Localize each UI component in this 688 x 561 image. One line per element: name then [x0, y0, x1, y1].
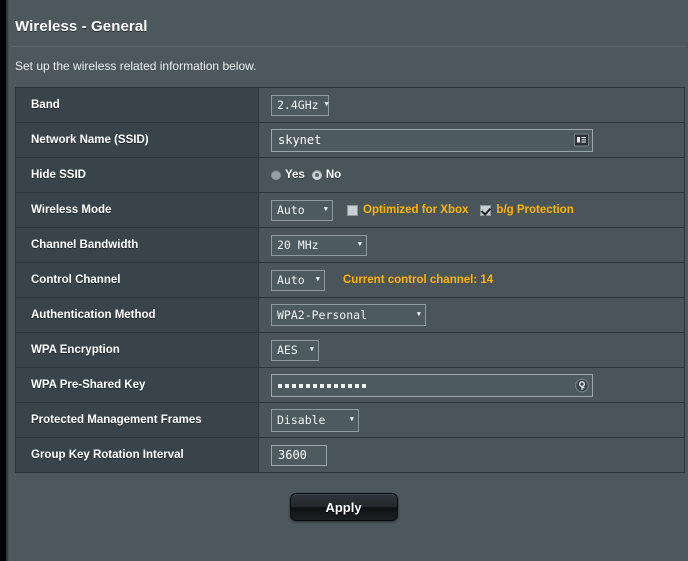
- wpa-encryption-select-value: AES: [277, 342, 298, 357]
- label-wpa-encryption: WPA Encryption: [16, 333, 259, 367]
- apply-button-row: Apply: [9, 493, 688, 521]
- auth-method-select-value: WPA2-Personal: [277, 307, 368, 322]
- pmf-select[interactable]: Disable ▼: [271, 408, 359, 432]
- xbox-checkbox-icon[interactable]: [347, 204, 358, 216]
- value-band: 2.4GHz ▼: [259, 88, 684, 122]
- control-channel-select-value: Auto: [277, 272, 305, 287]
- chevron-down-icon: ▼: [357, 239, 362, 248]
- band-select-value: 2.4GHz: [277, 97, 319, 112]
- hide-ssid-radio-no[interactable]: No: [311, 169, 342, 181]
- value-wpa-encryption: AES ▼: [259, 333, 684, 367]
- radio-no-icon[interactable]: [311, 170, 322, 180]
- wireless-mode-select-value: Auto: [277, 202, 305, 217]
- xbox-option[interactable]: Optimized for Xbox: [347, 204, 468, 216]
- label-ssid: Network Name (SSID): [16, 123, 259, 157]
- bg-protection-label: b/g Protection: [496, 204, 574, 216]
- band-select[interactable]: 2.4GHz ▼: [271, 94, 329, 116]
- row-band: Band 2.4GHz ▼: [16, 88, 684, 123]
- wpa-encryption-select[interactable]: AES ▼: [271, 339, 319, 361]
- key-password-icon[interactable]: [574, 378, 589, 392]
- hide-ssid-yes-label: Yes: [285, 169, 305, 181]
- ssid-input[interactable]: skynet: [271, 128, 593, 152]
- value-auth-method: WPA2-Personal ▼: [259, 298, 684, 332]
- hide-ssid-no-label: No: [325, 169, 342, 181]
- value-wireless-mode: Auto ▼ Optimized for Xbox b/g Protection: [259, 193, 684, 227]
- row-psk: WPA Pre-Shared Key: [16, 368, 684, 403]
- row-ssid: Network Name (SSID) skynet: [16, 123, 684, 158]
- label-channel-bandwidth: Channel Bandwidth: [16, 228, 259, 262]
- value-channel-bandwidth: 20 MHz ▼: [259, 228, 684, 262]
- contact-card-icon[interactable]: [574, 133, 589, 147]
- group-key-input-value: 3600: [278, 448, 307, 462]
- label-pmf: Protected Management Frames: [16, 403, 259, 437]
- wireless-general-page: Wireless - General Set up the wireless r…: [0, 0, 688, 561]
- value-hide-ssid: Yes No: [259, 158, 684, 192]
- label-auth-method: Authentication Method: [16, 298, 259, 332]
- chevron-down-icon: ▼: [324, 99, 329, 108]
- label-hide-ssid: Hide SSID: [16, 158, 259, 192]
- apply-button[interactable]: Apply: [289, 493, 398, 521]
- hide-ssid-radio-yes[interactable]: Yes: [271, 169, 305, 181]
- row-pmf: Protected Management Frames Disable ▼: [16, 403, 684, 438]
- row-control-channel: Control Channel Auto ▼ Current control c…: [16, 263, 684, 298]
- left-edge-gutter: [0, 0, 9, 561]
- label-band: Band: [16, 88, 259, 122]
- chevron-down-icon: ▼: [309, 344, 314, 353]
- page-content: Wireless - General Set up the wireless r…: [9, 0, 688, 561]
- page-title: Wireless - General: [15, 18, 148, 35]
- pmf-select-value: Disable: [277, 412, 326, 427]
- row-hide-ssid: Hide SSID Yes No: [16, 158, 684, 193]
- row-channel-bandwidth: Channel Bandwidth 20 MHz ▼: [16, 228, 684, 263]
- radio-yes-icon[interactable]: [271, 170, 281, 180]
- label-psk: WPA Pre-Shared Key: [16, 368, 259, 402]
- chevron-down-icon: ▼: [315, 274, 320, 283]
- row-wpa-encryption: WPA Encryption AES ▼: [16, 333, 684, 368]
- value-pmf: Disable ▼: [259, 403, 684, 437]
- channel-bandwidth-select[interactable]: 20 MHz ▼: [271, 234, 367, 256]
- row-group-key: Group Key Rotation Interval 3600: [16, 438, 684, 473]
- psk-masked-value: [278, 375, 366, 396]
- psk-input[interactable]: [271, 373, 593, 397]
- bg-protection-option[interactable]: b/g Protection: [480, 204, 574, 216]
- value-group-key: 3600: [259, 438, 684, 472]
- control-channel-select[interactable]: Auto ▼: [271, 269, 325, 291]
- wireless-mode-select[interactable]: Auto ▼: [271, 199, 333, 221]
- channel-bandwidth-select-value: 20 MHz: [277, 237, 319, 252]
- chevron-down-icon: ▼: [323, 204, 328, 213]
- xbox-label: Optimized for Xbox: [363, 204, 469, 216]
- current-control-channel-note: Current control channel: 14: [343, 274, 494, 286]
- hide-ssid-radio-group: Yes No: [271, 169, 341, 181]
- chevron-down-icon: ▼: [416, 309, 421, 318]
- value-psk: [259, 368, 684, 402]
- row-auth-method: Authentication Method WPA2-Personal ▼: [16, 298, 684, 333]
- value-control-channel: Auto ▼ Current control channel: 14: [259, 263, 684, 297]
- ssid-input-value: skynet: [278, 133, 322, 147]
- value-ssid: skynet: [259, 123, 684, 157]
- row-wireless-mode: Wireless Mode Auto ▼ Optimized for Xbox …: [16, 193, 684, 228]
- label-group-key: Group Key Rotation Interval: [16, 438, 259, 472]
- label-wireless-mode: Wireless Mode: [16, 193, 259, 227]
- group-key-input[interactable]: 3600: [271, 444, 327, 466]
- bg-protection-checkbox-icon[interactable]: [480, 204, 492, 216]
- chevron-down-icon: ▼: [349, 414, 354, 423]
- label-control-channel: Control Channel: [16, 263, 259, 297]
- page-description: Set up the wireless related information …: [15, 59, 257, 73]
- auth-method-select[interactable]: WPA2-Personal ▼: [271, 304, 426, 326]
- wireless-settings-table: Band 2.4GHz ▼ Network Name (SSID) skynet: [15, 87, 685, 473]
